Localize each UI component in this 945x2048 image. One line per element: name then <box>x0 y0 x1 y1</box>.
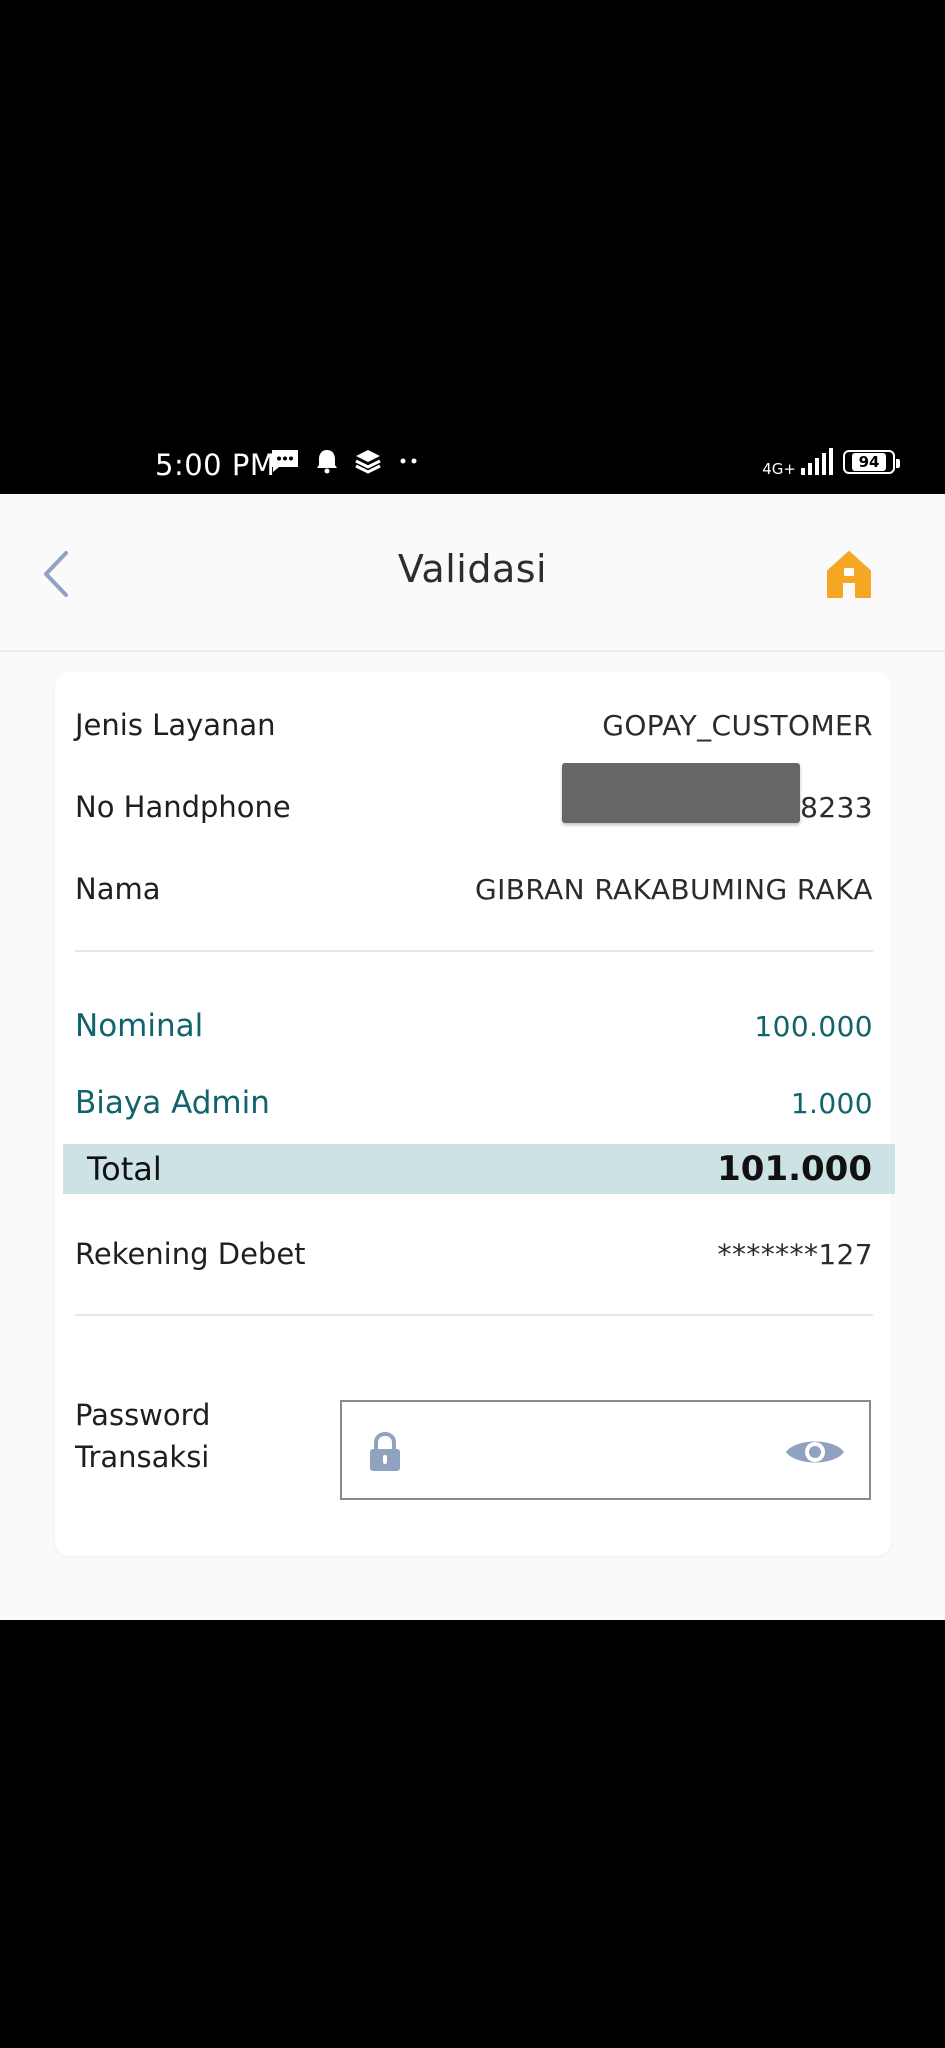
password-label-line2: Transaksi <box>75 1440 210 1474</box>
battery-icon: 94 <box>843 450 900 474</box>
biaya-admin-value: 1.000 <box>790 1086 873 1120</box>
divider <box>75 950 873 952</box>
rekening-debet-value: *******127 <box>717 1237 873 1271</box>
total-band: Total 101.000 <box>63 1144 895 1194</box>
rekening-debet-label: Rekening Debet <box>75 1237 306 1271</box>
signal-icon <box>801 448 833 475</box>
validation-card: Jenis Layanan GOPAY_CUSTOMER No Handphon… <box>55 672 895 1556</box>
password-label-line1: Password <box>75 1398 211 1432</box>
password-label: Password Transaksi <box>75 1394 210 1478</box>
row-jenis-layanan: Jenis Layanan GOPAY_CUSTOMER <box>75 708 873 742</box>
no-handphone-value: 8233 <box>562 762 873 824</box>
nama-label: Nama <box>75 872 161 906</box>
status-bar: 5:00 PM 4G+ 94 <box>0 440 945 494</box>
redaction-block <box>562 762 801 823</box>
page-title: Validasi <box>397 547 548 591</box>
notification-icon <box>317 450 337 474</box>
notification-icons <box>270 448 422 474</box>
biaya-admin-label: Biaya Admin <box>75 1085 270 1121</box>
total-label: Total <box>87 1150 162 1188</box>
validation-screen: Validasi Jenis Layanan GOPAY_CUSTOMER No… <box>0 494 945 1620</box>
row-nominal: Nominal 100.000 <box>75 1008 873 1044</box>
app-header: Validasi <box>0 494 945 652</box>
message-icon <box>272 450 298 472</box>
row-nama: Nama GIBRAN RAKABUMING RAKA <box>75 872 873 906</box>
system-icons: 4G+ 94 <box>762 448 900 478</box>
password-input[interactable] <box>422 1422 766 1482</box>
divider <box>75 1314 873 1316</box>
lock-icon <box>370 1432 400 1471</box>
status-time: 5:00 PM <box>155 448 276 482</box>
home-button[interactable] <box>825 549 873 599</box>
battery-level: 94 <box>851 453 887 471</box>
password-field[interactable] <box>340 1400 871 1500</box>
layers-icon <box>355 450 381 474</box>
network-indicator: 4G+ <box>762 448 833 478</box>
eye-icon[interactable] <box>784 1434 846 1470</box>
nominal-label: Nominal <box>75 1008 204 1044</box>
jenis-layanan-value: GOPAY_CUSTOMER <box>602 708 873 742</box>
total-value: 101.000 <box>717 1149 872 1189</box>
nama-value: GIBRAN RAKABUMING RAKA <box>475 872 873 906</box>
jenis-layanan-label: Jenis Layanan <box>75 708 276 742</box>
home-icon <box>827 551 871 598</box>
network-type: 4G+ <box>762 460 796 478</box>
row-rekening-debet: Rekening Debet *******127 <box>75 1237 873 1271</box>
row-biaya-admin: Biaya Admin 1.000 <box>75 1085 873 1121</box>
more-dots-icon <box>400 458 417 464</box>
row-no-handphone: No Handphone 8233 <box>75 762 873 824</box>
nominal-value: 100.000 <box>754 1009 873 1043</box>
no-handphone-label: No Handphone <box>75 790 291 824</box>
